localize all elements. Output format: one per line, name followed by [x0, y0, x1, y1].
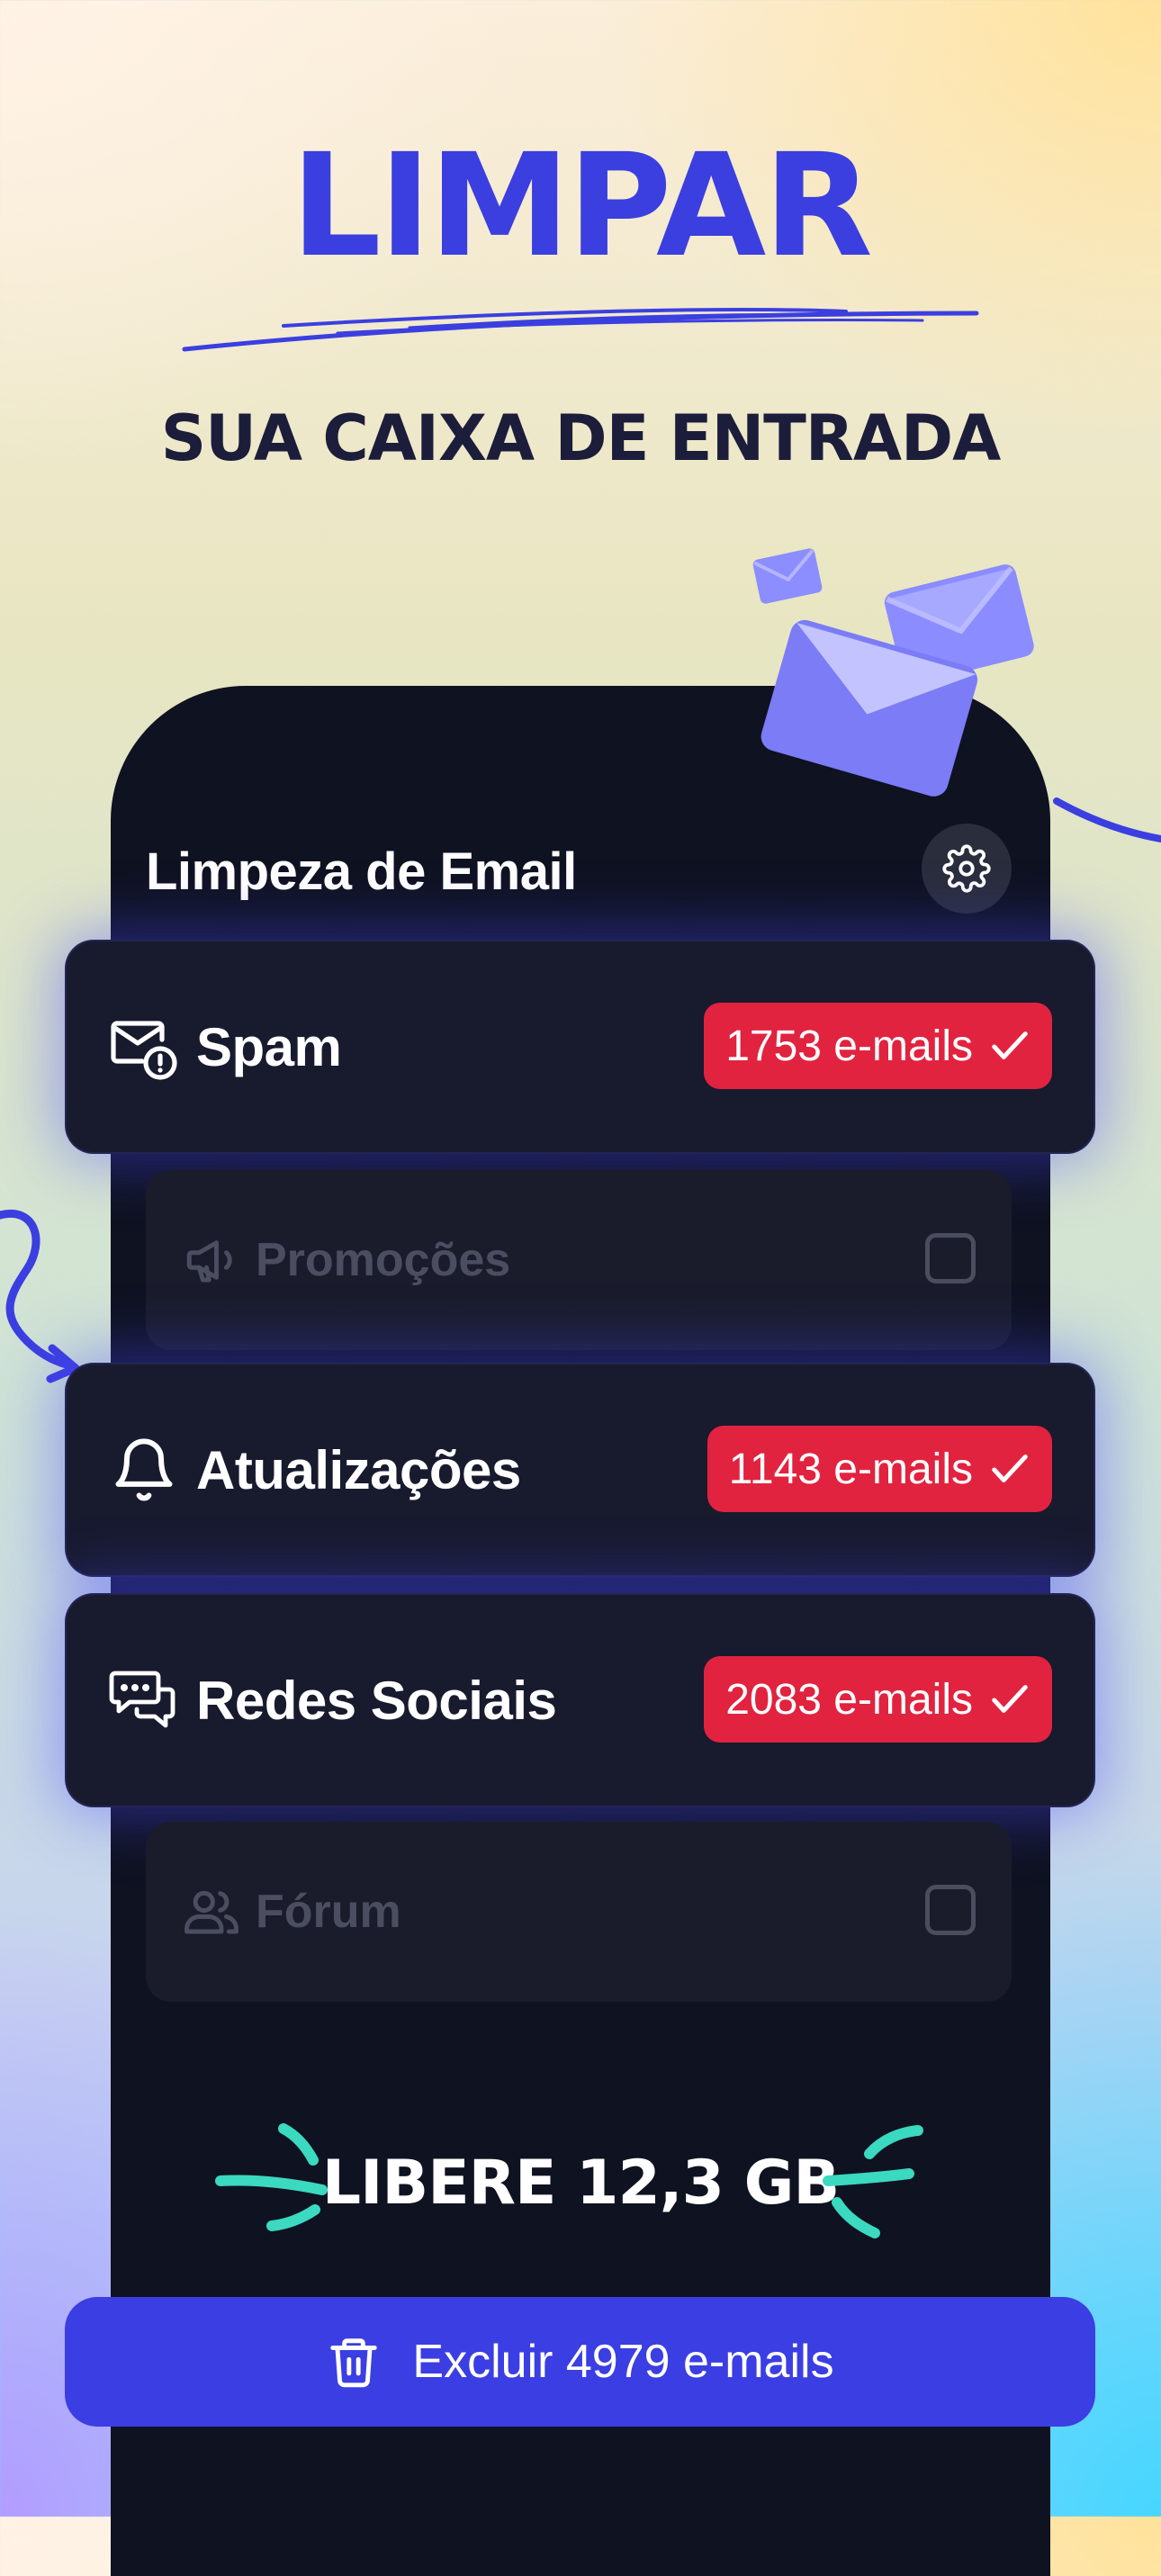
megaphone-icon — [186, 1240, 232, 1283]
category-label: Atualizações — [196, 1439, 521, 1500]
mail-alert-icon — [108, 1011, 180, 1083]
check-icon — [992, 1455, 1028, 1482]
check-icon — [992, 1685, 1028, 1713]
checkbox-unchecked[interactable] — [925, 1233, 976, 1283]
hero-subtitle: SUA CAIXA DE ENTRADA — [160, 401, 1002, 475]
check-icon — [992, 1031, 1028, 1059]
category-label: Fórum — [256, 1886, 401, 1938]
category-card-promocoes[interactable]: Promoções — [146, 1170, 1012, 1350]
bell-icon — [108, 1434, 180, 1506]
category-card-redes-sociais[interactable]: Redes Sociais 2083 e-mails — [65, 1593, 1095, 1807]
users-icon — [184, 1890, 238, 1934]
category-card-forum[interactable]: Fórum — [146, 1822, 1012, 2002]
category-label: Redes Sociais — [196, 1670, 557, 1731]
settings-button[interactable] — [922, 824, 1012, 914]
trash-icon — [330, 2338, 378, 2388]
scribble-underline — [182, 307, 979, 352]
gear-icon — [942, 844, 991, 893]
email-count: 1143 e-mails — [728, 1445, 973, 1493]
delete-emails-button[interactable]: Excluir 4979 e-mails — [65, 2297, 1095, 2427]
category-label: Promoções — [256, 1234, 511, 1286]
checkbox-unchecked[interactable] — [925, 1885, 976, 1935]
free-space-text: LIBERE 12,3 GB — [321, 2148, 841, 2219]
count-badge: 2083 e-mails — [704, 1656, 1052, 1743]
email-count: 2083 e-mails — [725, 1675, 973, 1724]
hero-title: LIMPAR — [291, 123, 873, 289]
count-badge: 1753 e-mails — [704, 1003, 1052, 1089]
curve-line-right — [1053, 797, 1161, 842]
curly-arrow-left — [0, 1209, 80, 1383]
sparkle-right-icon — [823, 2125, 923, 2238]
category-card-spam[interactable]: Spam 1753 e-mails — [65, 940, 1095, 1154]
chat-bubbles-icon — [108, 1664, 180, 1736]
category-label: Spam — [196, 1016, 342, 1077]
envelopes-illustration — [752, 548, 1034, 797]
count-badge: 1143 e-mails — [706, 1426, 1052, 1512]
delete-button-label: Excluir 4979 e-mails — [412, 2336, 834, 2388]
app-title: Limpeza de Email — [146, 842, 577, 901]
email-count: 1753 e-mails — [725, 1022, 973, 1070]
category-card-atualizacoes[interactable]: Atualizações 1143 e-mails — [65, 1363, 1095, 1577]
